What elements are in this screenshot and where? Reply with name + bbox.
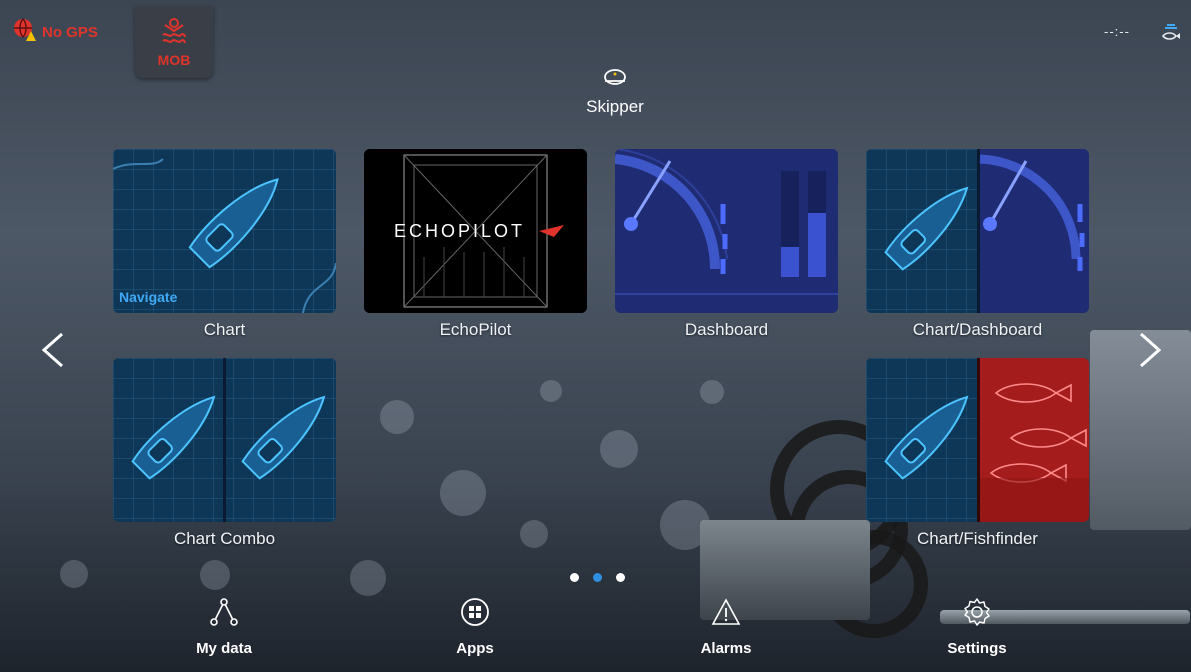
apps-grid-icon <box>460 598 490 631</box>
echopilot-tile-label: EchoPilot <box>439 320 512 339</box>
page-dot-active[interactable] <box>593 573 602 582</box>
page-indicator <box>570 573 625 582</box>
echopilot-tile[interactable]: ECHOPILOT <box>364 149 587 313</box>
apps-button[interactable]: Apps <box>415 597 535 657</box>
page-dot[interactable] <box>616 573 625 582</box>
chart-tile-label: Chart <box>203 320 246 339</box>
share-nodes-icon <box>209 598 239 631</box>
alarms-button[interactable]: Alarms <box>666 597 786 657</box>
profile-name: Skipper <box>586 97 644 116</box>
sonar-status-icon[interactable] <box>1160 22 1182 49</box>
apps-label: Apps <box>456 640 494 657</box>
settings-button[interactable]: Settings <box>917 597 1037 657</box>
globe-warning-icon <box>12 17 38 48</box>
my-data-button[interactable]: My data <box>164 597 284 657</box>
navigate-tag: Navigate <box>119 289 178 305</box>
warning-triangle-icon <box>711 598 741 631</box>
chart-fishfinder-tile[interactable] <box>866 358 1089 522</box>
chart-combo-tile[interactable] <box>113 358 336 522</box>
clock: --:-- <box>1104 24 1130 39</box>
next-page-arrow[interactable] <box>1135 330 1165 375</box>
echopilot-logo: ECHOPILOT <box>394 221 526 241</box>
dashboard-tile-label: Dashboard <box>684 320 769 339</box>
man-overboard-icon <box>159 17 189 50</box>
profile-selector[interactable]: Skipper <box>555 66 675 117</box>
captain-hat-icon <box>603 69 627 90</box>
page-dot[interactable] <box>570 573 579 582</box>
gps-status[interactable]: No GPS <box>12 17 98 48</box>
chart-combo-tile-label: Chart Combo <box>173 529 276 548</box>
mob-button[interactable]: MOB <box>135 6 213 78</box>
chart-tile[interactable]: Navigate <box>113 149 336 313</box>
my-data-label: My data <box>196 640 252 657</box>
previous-page-arrow[interactable] <box>38 330 68 375</box>
mob-label: MOB <box>157 51 191 68</box>
chart-dashboard-tile-label: Chart/Dashboard <box>912 320 1043 339</box>
alarms-label: Alarms <box>700 640 752 657</box>
dashboard-tile[interactable] <box>615 149 838 313</box>
chart-fishfinder-tile-label: Chart/Fishfinder <box>917 529 1038 548</box>
chart-dashboard-tile[interactable] <box>866 149 1089 313</box>
gear-icon <box>962 598 992 631</box>
gps-status-label: No GPS <box>42 24 98 41</box>
settings-label: Settings <box>947 640 1007 657</box>
